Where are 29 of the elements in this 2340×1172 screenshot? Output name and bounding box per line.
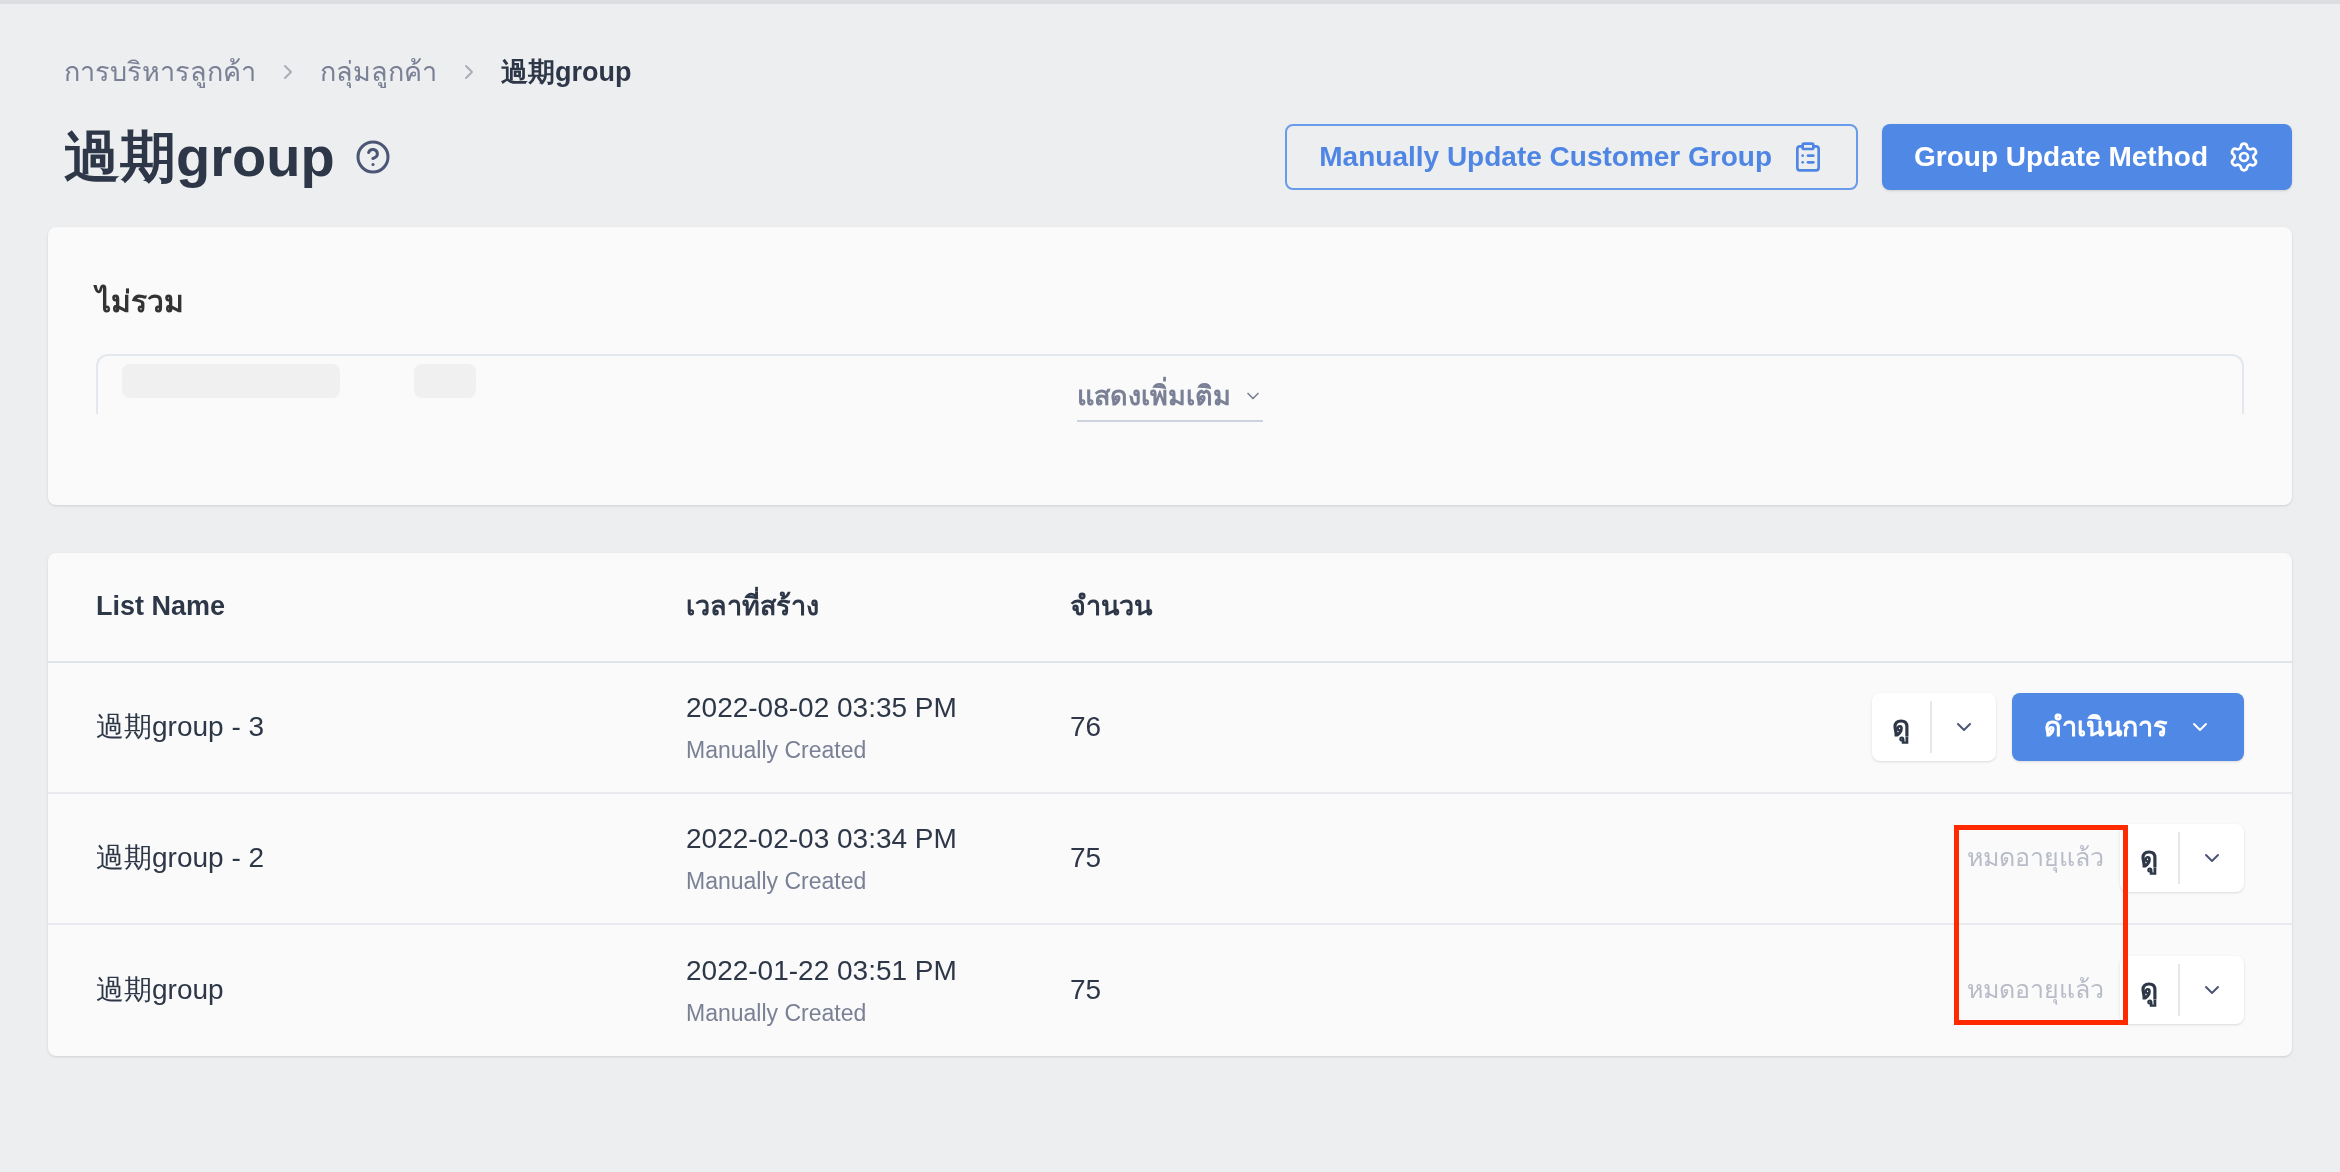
view-button[interactable]: ดู [2120,824,2178,892]
view-split-button[interactable]: ดู [1872,693,1996,761]
breadcrumb-current: 過期group [501,56,632,89]
show-more-link[interactable]: แสดงเพิ่มเติม [1077,375,1263,422]
created-time: 2022-01-22 03:51 PM [686,953,958,988]
count-cell: 75 [1070,842,1102,873]
column-header: List Name [96,591,226,622]
action-button[interactable]: ดำเนินการ [2012,693,2244,761]
view-button[interactable]: ดู [1872,693,1930,761]
help-icon[interactable] [354,138,391,175]
view-split-button[interactable]: ดู [2120,824,2244,892]
column-header: จำนวน [1070,591,1152,622]
created-by: Manually Created [686,998,868,1028]
count-cell: 75 [1070,974,1102,1005]
list-name-cell: 過期group - 2 [96,842,265,873]
created-time: 2022-08-02 03:35 PM [686,690,958,725]
settings-icon [2228,140,2260,173]
expired-status: หมดอายุแล้ว [1967,842,2104,875]
list-name-cell: 過期group - 3 [96,711,265,742]
view-split-button[interactable]: ดู [2120,956,2244,1024]
created-time: 2022-02-03 03:34 PM [686,821,958,856]
group-update-method-button[interactable]: Group Update Method [1882,123,2292,190]
view-button[interactable]: ดู [2120,956,2178,1024]
count-cell: 76 [1070,711,1102,742]
list-name-cell: 過期group [96,974,224,1005]
created-by: Manually Created [686,735,868,765]
expired-status: หมดอายุแล้ว [1967,974,2104,1007]
created-by: Manually Created [686,866,868,896]
page-title: 過期group [64,123,335,190]
